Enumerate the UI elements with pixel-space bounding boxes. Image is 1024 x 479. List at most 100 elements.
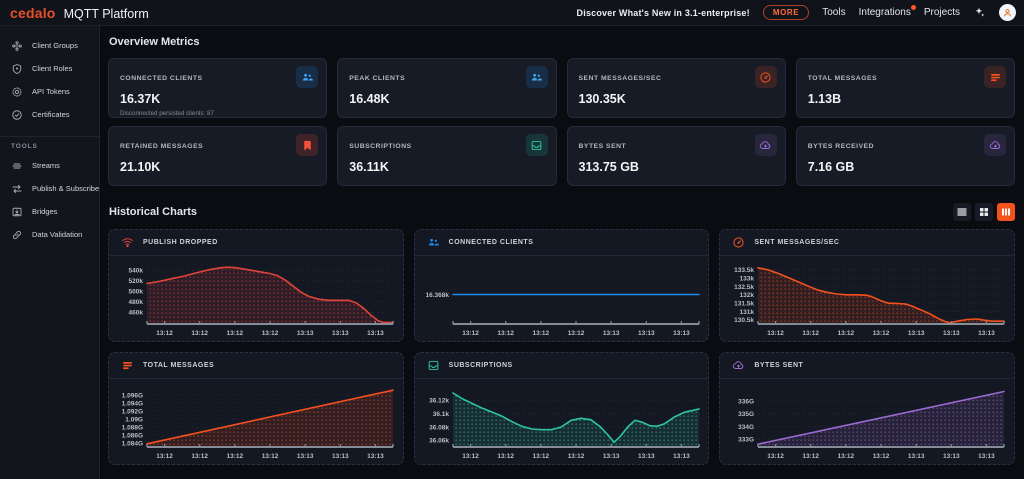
svg-text:13:12: 13:12: [191, 330, 208, 337]
sparkles-icon[interactable]: [973, 6, 986, 19]
svg-text:13:12: 13:12: [873, 453, 890, 460]
svg-text:13:12: 13:12: [838, 330, 855, 337]
sidebar-item-data-validation[interactable]: Data Validation: [0, 223, 99, 246]
metric-label: BYTES SENT: [578, 143, 627, 150]
sidebar: Client Groups Client Roles API Tokens Ce…: [0, 26, 100, 479]
cloud-up-icon: [732, 359, 745, 372]
svg-text:540k: 540k: [129, 268, 144, 275]
main-content: Overview Metrics CONNECTED CLIENTS 16.37…: [100, 26, 1024, 479]
svg-text:130.5k: 130.5k: [734, 317, 754, 324]
metric-value: 7.16 GB: [807, 160, 855, 174]
metric-sublabel: Disconnected persisted clients: 87: [120, 110, 214, 117]
sidebar-item-label: Streams: [32, 161, 60, 170]
chart-plot-publish-dropped[interactable]: 540k 520k 500k 480k 460k 13:12 13:12 13:12 13:12…: [109, 256, 403, 341]
svg-text:335G: 335G: [738, 411, 754, 418]
chart-plot-sent-messages-sec[interactable]: 133.5k 133k 132.5k 132k 131.5k 131k 130.5k 13:1…: [720, 256, 1014, 341]
sidebar-item-label: Client Groups: [32, 41, 78, 50]
sidebar-item-api-tokens[interactable]: API Tokens: [0, 80, 99, 103]
sidebar-item-client-groups[interactable]: Client Groups: [0, 34, 99, 57]
column-view-button[interactable]: [997, 203, 1015, 221]
chart-title: TOTAL MESSAGES: [143, 362, 215, 369]
token-icon: [11, 86, 23, 98]
grid-view-button[interactable]: [975, 203, 993, 221]
svg-text:1.084G: 1.084G: [122, 440, 143, 447]
svg-text:13:12: 13:12: [262, 330, 279, 337]
svg-text:336G: 336G: [738, 398, 754, 405]
svg-text:1.088G: 1.088G: [122, 424, 143, 431]
metric-card-bytes-sent: BYTES SENT 313.75 GB: [566, 126, 786, 186]
more-button[interactable]: MORE: [762, 5, 810, 20]
sidebar-item-label: Publish & Subscribe: [32, 184, 100, 193]
svg-text:13:13: 13:13: [297, 453, 314, 460]
svg-text:13:13: 13:13: [908, 453, 925, 460]
chart-card-bytes-sent: BYTES SENT 336G 335G 334G 333G 13:12 13:12 13:…: [719, 352, 1015, 465]
svg-text:13:12: 13:12: [768, 330, 785, 337]
nav-link-tools[interactable]: Tools: [822, 7, 845, 18]
inbox-icon: [427, 359, 440, 372]
svg-text:133.5k: 133.5k: [734, 267, 754, 274]
chart-plot-total-messages[interactable]: 1.096G 1.094G 1.092G 1.09G 1.088G 1.086G 1.084…: [109, 379, 403, 464]
sidebar-section-label: TOOLS: [11, 143, 38, 150]
svg-text:13:12: 13:12: [227, 453, 244, 460]
chart-plot-connected-clients[interactable]: 16.368k 13:12 13:12 13:12 13:12 13:13 13:13 13:…: [415, 256, 709, 341]
svg-text:36.06k: 36.06k: [429, 438, 449, 445]
wifi-dropped-icon: [121, 236, 134, 249]
metric-value: 130.35K: [578, 92, 626, 106]
metric-label: TOTAL MESSAGES: [807, 75, 878, 82]
sidebar-item-label: API Tokens: [32, 87, 70, 96]
app-title: MQTT Platform: [63, 6, 149, 21]
svg-text:13:12: 13:12: [156, 453, 173, 460]
svg-text:13:12: 13:12: [567, 330, 584, 337]
svg-text:1.092G: 1.092G: [122, 408, 143, 415]
inbox-icon: [525, 134, 548, 156]
svg-text:13:13: 13:13: [673, 330, 690, 337]
chart-header: BYTES SENT: [720, 353, 1014, 379]
svg-text:1.086G: 1.086G: [122, 432, 143, 439]
announcement-text: Discover What's New in 3.1-enterprise!: [576, 7, 750, 18]
svg-text:13:12: 13:12: [262, 453, 279, 460]
svg-text:13:12: 13:12: [803, 453, 820, 460]
cloud-up-icon: [754, 134, 777, 156]
nav-link-integrations[interactable]: Integrations: [859, 5, 916, 18]
svg-text:36.12k: 36.12k: [429, 398, 449, 405]
metric-label: SUBSCRIPTIONS: [349, 143, 412, 150]
chart-card-publish-dropped: PUBLISH DROPPED 540k 520k 500k 480k 460k 13:1…: [108, 229, 404, 342]
svg-text:13:12: 13:12: [873, 330, 890, 337]
svg-text:334G: 334G: [738, 424, 754, 431]
svg-text:13:13: 13:13: [332, 453, 349, 460]
metric-card-bytes-received: BYTES RECEIVED 7.16 GB: [795, 126, 1015, 186]
people-icon: [296, 66, 319, 88]
sidebar-item-streams[interactable]: Streams: [0, 154, 99, 177]
svg-text:131k: 131k: [740, 309, 755, 316]
chart-title: SUBSCRIPTIONS: [448, 362, 513, 369]
svg-text:500k: 500k: [129, 289, 144, 296]
chart-plot-subscriptions[interactable]: 36.12k 36.1k 36.08k 36.06k 13:12 13:12 13:12 13…: [415, 379, 709, 464]
sidebar-item-certificates[interactable]: Certificates: [0, 103, 99, 126]
sidebar-item-label: Bridges: [32, 207, 58, 216]
metric-label: SENT MESSAGES/SEC: [578, 75, 662, 82]
chart-header: CONNECTED CLIENTS: [414, 230, 709, 256]
sidebar-item-client-roles[interactable]: Client Roles: [0, 57, 99, 80]
navbar-actions: Discover What's New in 3.1-enterprise! M…: [577, 4, 1016, 21]
sidebar-item-publish-subscribe[interactable]: Publish & Subscribe: [0, 177, 99, 200]
svg-text:13:13: 13:13: [943, 330, 960, 337]
list-view-button[interactable]: [953, 203, 971, 221]
avatar[interactable]: [999, 4, 1016, 21]
cedalo-logo[interactable]: cedalo: [10, 5, 56, 21]
metric-value: 313.75 GB: [578, 160, 639, 174]
bookmark-icon: [296, 134, 319, 156]
svg-text:333G: 333G: [738, 437, 754, 444]
svg-text:13:13: 13:13: [638, 453, 655, 460]
chart-header: SENT MESSAGES/SEC: [720, 230, 1014, 256]
chart-card-connected-clients: CONNECTED CLIENTS 16.368k 13:12 13:12 13:12…: [413, 229, 710, 342]
nav-link-projects[interactable]: Projects: [924, 7, 960, 18]
svg-text:13:13: 13:13: [978, 453, 995, 460]
metric-label: CONNECTED CLIENTS: [120, 75, 203, 82]
metric-card-connected-clients: CONNECTED CLIENTS 16.37K Disconnected pe…: [108, 58, 328, 118]
chart-card-subscriptions: SUBSCRIPTIONS 36.12k 36.1k 36.08k 36.06k 13:…: [413, 352, 710, 465]
notification-dot: [910, 5, 916, 10]
sidebar-tools-section: TOOLS Streams Publish & Subscribe Bridge…: [0, 136, 99, 246]
svg-text:13:12: 13:12: [803, 330, 820, 337]
chart-plot-bytes-sent[interactable]: 336G 335G 334G 333G 13:12 13:12 13:12 13:12 13:1…: [720, 379, 1014, 464]
sidebar-item-bridges[interactable]: Bridges: [0, 200, 99, 223]
